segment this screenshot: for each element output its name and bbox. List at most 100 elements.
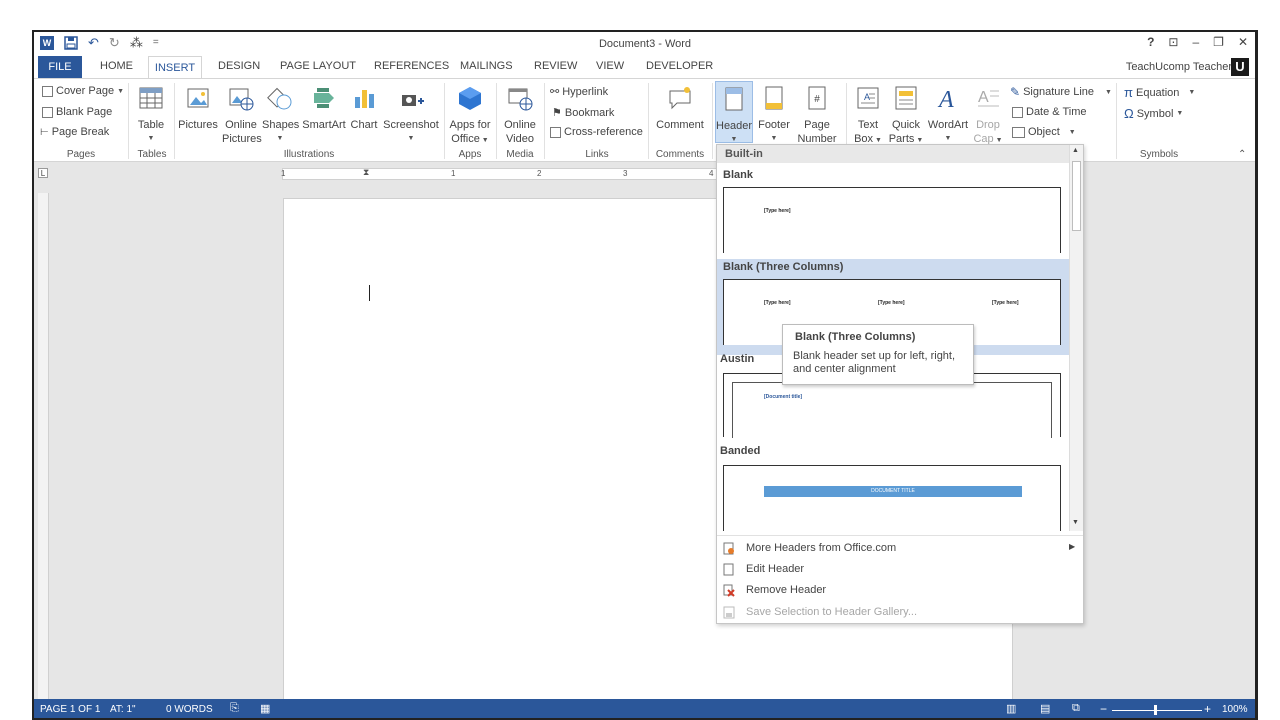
hyperlink-button[interactable]: ⚯ Hyperlink (550, 85, 608, 99)
tab-file[interactable]: FILE (38, 56, 82, 78)
text-box-button[interactable]: A Text Box ▼ (852, 85, 884, 148)
group-label-pages: Pages (66, 149, 96, 160)
header-button[interactable]: Header ▼ (715, 81, 753, 143)
minimize-button[interactable]: – (1192, 35, 1199, 49)
wordart-button[interactable]: A WordArt ▼ (926, 85, 970, 146)
tab-references[interactable]: REFERENCES (374, 60, 449, 72)
svg-text:A: A (937, 87, 954, 111)
cross-reference-button[interactable]: Cross-reference (550, 126, 643, 138)
tab-page-layout[interactable]: PAGE LAYOUT (280, 60, 356, 72)
zoom-level[interactable]: 100% (1222, 704, 1248, 715)
object-button[interactable]: Object ▼ (1012, 126, 1076, 138)
svg-text:#: # (814, 94, 820, 105)
ribbon-tabs: FILE HOME INSERT DESIGN PAGE LAYOUT REFE… (34, 56, 1255, 78)
separator (174, 83, 175, 159)
online-video-button[interactable]: Online Video (500, 85, 540, 146)
page-break-button[interactable]: ⊢ Page Break (40, 126, 109, 138)
apps-for-office-button[interactable]: Apps for Office ▼ (448, 85, 492, 148)
group-label-comments: Comments (655, 149, 705, 160)
zoom-slider-thumb[interactable] (1154, 705, 1157, 715)
gallery-item-banded[interactable]: DOCUMENT TITLE (723, 465, 1061, 531)
gallery-item-blank[interactable]: [Type here] (723, 187, 1061, 253)
group-label-illustrations: Illustrations (283, 149, 335, 160)
cover-page-button[interactable]: Cover Page ▼ (42, 85, 124, 97)
tab-mailings[interactable]: MAILINGS (460, 60, 513, 72)
tooltip-title: Blank (Three Columns) (795, 331, 916, 343)
tab-selector-icon[interactable]: L (38, 168, 48, 178)
gallery-section-blank: Blank (723, 169, 753, 181)
globe-doc-icon (723, 542, 734, 555)
proofing-icon[interactable]: ⎘ (230, 702, 239, 715)
pictures-button[interactable]: Pictures (178, 85, 218, 132)
page-icon (723, 563, 734, 576)
print-layout-icon[interactable]: ▤ (1040, 702, 1050, 715)
gallery-section-banded: Banded (720, 445, 761, 457)
macro-recording-icon[interactable]: ▦ (260, 702, 270, 715)
help-button[interactable]: ? (1147, 35, 1154, 49)
blank-page-icon (42, 106, 53, 118)
drop-cap-button[interactable]: A Drop Cap ▼ (972, 85, 1004, 148)
blank-page-button[interactable]: Blank Page (42, 106, 112, 118)
scroll-up-icon[interactable]: ▲ (1072, 147, 1079, 154)
signature-line-button[interactable]: ✎ Signature Line ▼ (1010, 85, 1112, 99)
online-video-icon (508, 88, 533, 111)
object-icon (1012, 126, 1025, 138)
chart-button[interactable]: Chart (348, 85, 380, 132)
remove-header-icon (723, 584, 735, 597)
table-button[interactable]: Table ▼ (134, 85, 168, 146)
tab-view[interactable]: VIEW (596, 60, 624, 72)
close-button[interactable]: ✕ (1238, 35, 1248, 49)
word-window: W ↶ ↻ ⁂ = Document3 - Word ? ⊡ – ❐ ✕ FIL… (32, 30, 1258, 720)
account-logo[interactable]: U (1231, 58, 1249, 76)
zoom-in-icon[interactable]: + (1204, 702, 1211, 716)
account-name[interactable]: TeachUcomp Teacher (1126, 61, 1232, 73)
remove-header-menu-item[interactable]: Remove Header (717, 581, 1083, 601)
tab-developer[interactable]: DEVELOPER (646, 60, 713, 72)
read-mode-icon[interactable]: ▥ (1006, 702, 1016, 715)
tab-review[interactable]: REVIEW (534, 60, 577, 72)
gallery-scrollbar[interactable]: ▲ ▼ (1069, 145, 1083, 531)
save-selection-menu-item: Save Selection to Header Gallery... (717, 603, 1083, 623)
indent-marker-icon[interactable]: ⧗ (363, 167, 369, 178)
window-title: Document3 - Word (598, 38, 692, 50)
date-time-button[interactable]: Date & Time (1012, 106, 1087, 118)
svg-text:A: A (978, 89, 989, 106)
cursor-position[interactable]: AT: 1" (110, 704, 136, 715)
date-time-icon (1012, 106, 1023, 118)
shapes-button[interactable]: Shapes ▼ (262, 85, 299, 146)
web-layout-icon[interactable]: ⧉ (1072, 702, 1080, 715)
word-count[interactable]: 0 WORDS (166, 704, 213, 715)
zoom-slider[interactable] (1112, 710, 1202, 711)
group-label-media: Media (506, 149, 534, 160)
footer-button[interactable]: Footer ▼ (756, 85, 792, 146)
page-count[interactable]: PAGE 1 OF 1 (40, 704, 100, 715)
shapes-icon (267, 87, 292, 110)
equation-button[interactable]: π Equation ▼ (1124, 85, 1195, 100)
zoom-out-icon[interactable]: − (1100, 702, 1107, 716)
bookmark-button[interactable]: ⚑ Bookmark (552, 106, 614, 120)
smartart-button[interactable]: SmartArt (302, 85, 346, 132)
scroll-down-icon[interactable]: ▼ (1072, 519, 1079, 526)
quick-parts-button[interactable]: Quick Parts ▼ (886, 85, 926, 148)
more-headers-menu-item[interactable]: More Headers from Office.com ▶ (717, 539, 1083, 559)
separator (1116, 83, 1117, 159)
hyperlink-icon: ⚯ (550, 86, 560, 98)
group-label-symbols: Symbols (1139, 149, 1179, 160)
collapse-ribbon-icon[interactable]: ⌃ (1238, 149, 1246, 160)
page-break-icon: ⊢ (40, 126, 49, 138)
maximize-button[interactable]: ❐ (1213, 35, 1224, 49)
pictures-icon (187, 88, 209, 108)
edit-header-menu-item[interactable]: Edit Header (717, 560, 1083, 580)
tab-home[interactable]: HOME (100, 60, 133, 72)
gallery-scroll-thumb[interactable] (1072, 161, 1081, 231)
ribbon-display-options-button[interactable]: ⊡ (1168, 35, 1178, 49)
comment-icon (669, 87, 691, 110)
comment-button[interactable]: Comment (652, 85, 708, 132)
status-bar: PAGE 1 OF 1 AT: 1" 0 WORDS ⎘ ▦ ▥ ▤ ⧉ − +… (34, 699, 1255, 718)
tab-insert[interactable]: INSERT (148, 56, 202, 78)
online-pictures-button[interactable]: Online Pictures (222, 85, 262, 146)
tab-design[interactable]: DESIGN (218, 60, 260, 72)
screenshot-button[interactable]: Screenshot ▼ (382, 85, 440, 146)
symbol-button[interactable]: Ω Symbol ▼ (1124, 106, 1183, 121)
horizontal-ruler[interactable]: 1 1 2 3 4 ⧗ (281, 167, 722, 180)
